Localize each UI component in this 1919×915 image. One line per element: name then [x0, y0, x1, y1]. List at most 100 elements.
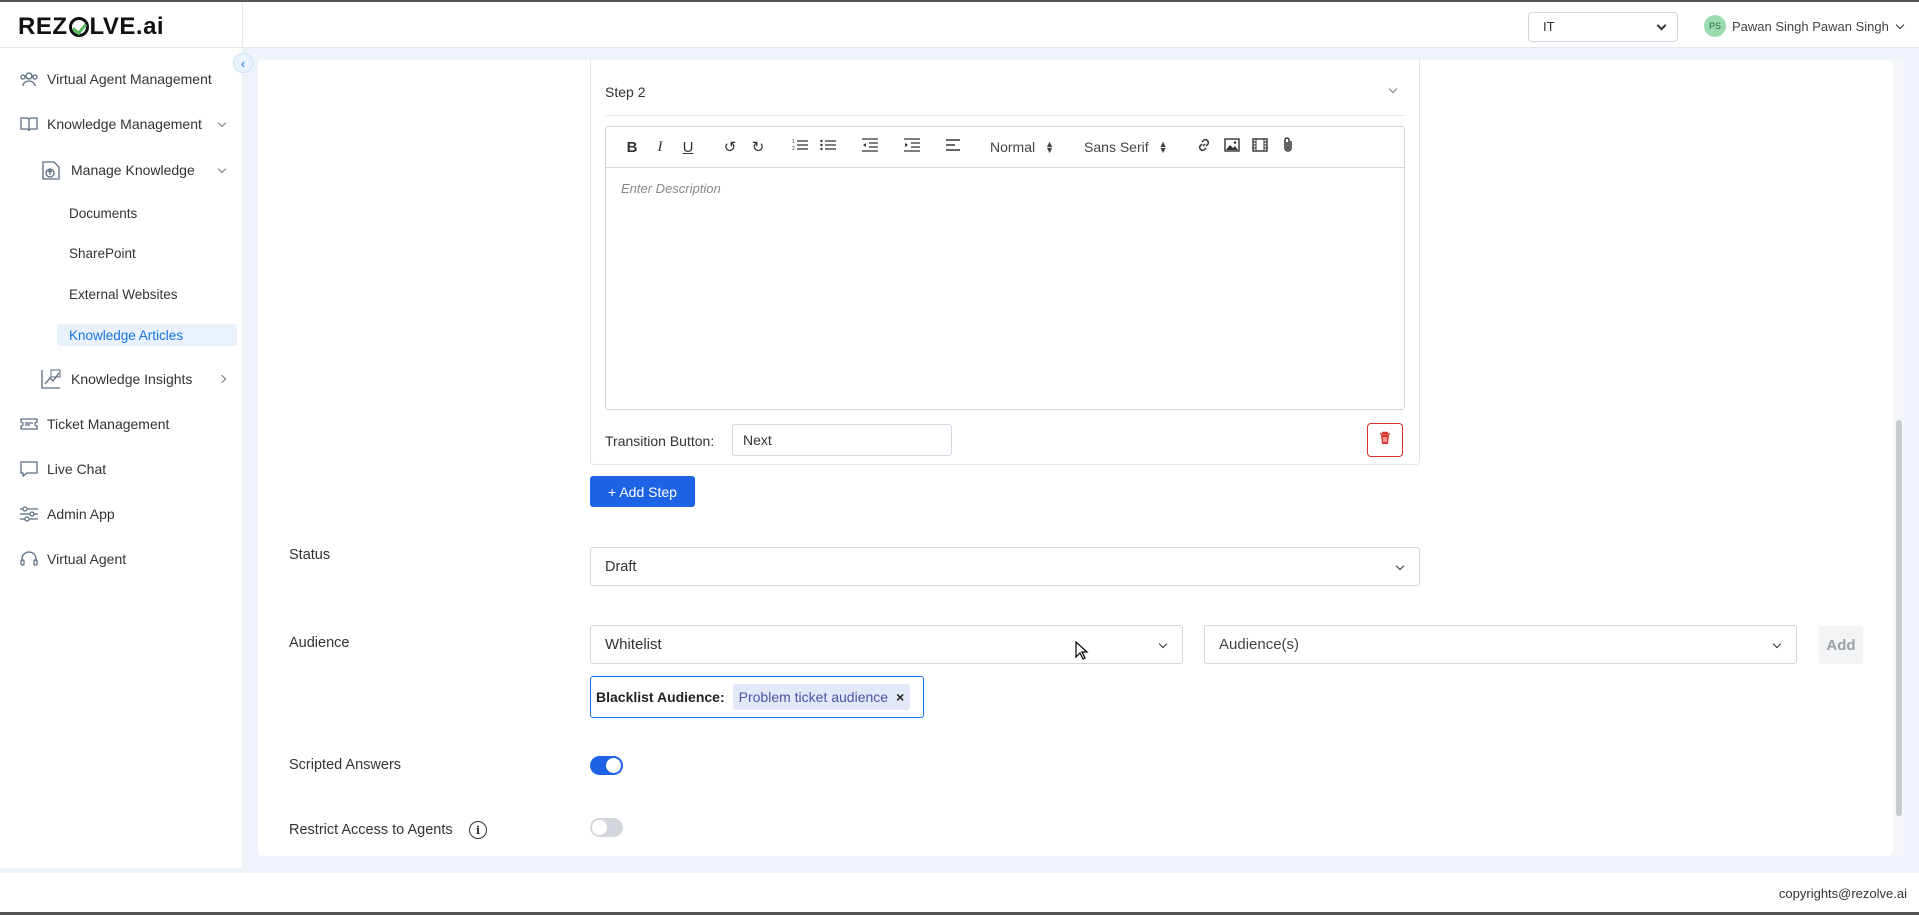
sidebar-item-label: Virtual Agent Management	[47, 71, 212, 87]
delete-step-button[interactable]	[1367, 423, 1403, 457]
sidebar-item-live-chat[interactable]: Live Chat	[18, 459, 106, 479]
blacklist-audience-box[interactable]: Blacklist Audience: Problem ticket audie…	[590, 676, 924, 718]
add-step-button[interactable]: + Add Step	[590, 476, 695, 507]
trash-icon	[1379, 431, 1391, 450]
sidebar-item-knowledge-insights[interactable]: Knowledge Insights	[38, 367, 192, 391]
user-name: Pawan Singh Pawan Singh	[1732, 18, 1889, 34]
status-label: Status	[289, 547, 331, 563]
sidebar-item-ticket-management[interactable]: Ticket Management	[18, 414, 169, 434]
user-menu[interactable]: PS Pawan Singh Pawan Singh	[1704, 15, 1905, 37]
book-icon	[18, 114, 40, 134]
video-icon[interactable]	[1246, 138, 1274, 156]
font-select-value: Sans Serif	[1084, 139, 1149, 155]
chevron-down-icon	[1395, 561, 1405, 571]
editor-body[interactable]: Enter Description	[606, 168, 1404, 209]
bold-icon[interactable]: B	[618, 139, 646, 156]
logo-text-suffix: LVE.ai	[89, 13, 165, 40]
format-select-value: Normal	[990, 139, 1036, 155]
ticket-icon	[18, 414, 40, 434]
ordered-list-icon[interactable]: 12	[786, 138, 814, 156]
chevron-down-icon	[1656, 20, 1667, 31]
audience-type-select[interactable]: Whitelist	[590, 625, 1183, 664]
outdent-icon[interactable]	[856, 138, 884, 156]
audience-label: Audience	[289, 635, 350, 651]
top-bar: REZ LVE.ai IT PS Pawan Singh Pawan Singh	[0, 0, 1919, 48]
toggle-knob	[606, 758, 621, 773]
avatar: PS	[1704, 15, 1726, 37]
info-icon[interactable]: i	[469, 821, 487, 839]
attachment-icon[interactable]	[1274, 137, 1302, 157]
domain-select-value: IT	[1543, 19, 1555, 34]
logo-check-icon	[68, 17, 89, 37]
restrict-access-toggle[interactable]	[590, 818, 623, 837]
updown-icon: ▲ ▼	[1045, 139, 1055, 155]
format-select[interactable]: Normal ▲ ▼	[990, 139, 1054, 155]
underline-icon[interactable]: U	[674, 139, 702, 156]
align-left-icon[interactable]	[940, 138, 968, 156]
sidebar-item-label: Manage Knowledge	[71, 162, 195, 178]
blacklist-audience-label: Blacklist Audience:	[596, 689, 725, 705]
sidebar-item-virtual-agent[interactable]: Virtual Agent	[18, 549, 126, 569]
scripted-answers-toggle[interactable]	[590, 756, 623, 775]
sidebar-item-label: Knowledge Management	[47, 116, 202, 132]
rich-text-editor: B I U ↺ ↻ 12 Normal ▲ ▼ Sans Serif ▲ ▼ Enter…	[605, 126, 1405, 410]
scrollbar-thumb[interactable]	[1896, 420, 1902, 816]
domain-select[interactable]: IT	[1528, 12, 1678, 42]
sidebar-item-external-websites[interactable]: External Websites	[69, 287, 178, 302]
audience-tag-label: Problem ticket audience	[738, 689, 889, 705]
copyright-text: copyrights@rezolve.ai	[1778, 886, 1907, 901]
divider	[242, 2, 243, 48]
transition-button-label: Transition Button:	[605, 433, 715, 449]
mouse-cursor-icon	[1075, 640, 1089, 666]
audience-select[interactable]: Audience(s)	[1204, 625, 1797, 664]
sliders-icon	[18, 504, 40, 524]
bullet-list-icon[interactable]	[814, 138, 842, 156]
svg-text:2: 2	[792, 146, 795, 152]
sidebar-collapse-button[interactable]: ‹	[233, 53, 253, 73]
sidebar-item-knowledge-articles[interactable]: Knowledge Articles	[57, 324, 237, 346]
sidebar-item-label: Ticket Management	[47, 416, 170, 432]
step-title[interactable]: Step 2	[605, 84, 645, 100]
italic-icon[interactable]: I	[646, 139, 674, 156]
toggle-knob	[592, 820, 607, 835]
sidebar-item-admin-app[interactable]: Admin App	[18, 504, 115, 524]
users-group-icon	[18, 69, 40, 89]
indent-icon[interactable]	[898, 138, 926, 156]
sidebar-item-manage-knowledge[interactable]: Manage Knowledge	[38, 158, 195, 182]
logo-text-prefix: REZ	[18, 13, 68, 40]
sidebar-item-label: Virtual Agent	[47, 551, 127, 567]
sidebar-item-knowledge-management[interactable]: Knowledge Management	[18, 114, 202, 134]
close-icon[interactable]: ×	[896, 689, 904, 705]
sidebar-item-label: Admin App	[47, 506, 115, 522]
chart-icon	[38, 367, 64, 391]
headset-icon	[18, 549, 40, 569]
updown-icon: ▲ ▼	[1158, 139, 1168, 155]
font-select[interactable]: Sans Serif ▲ ▼	[1084, 139, 1168, 155]
sidebar-item-sharepoint[interactable]: SharePoint	[69, 246, 136, 261]
sidebar-item-documents[interactable]: Documents	[69, 206, 137, 221]
chevron-left-icon: ‹	[240, 55, 246, 71]
audience-select-placeholder: Audience(s)	[1219, 636, 1300, 653]
undo-icon[interactable]: ↺	[716, 138, 744, 156]
chevron-down-icon	[1158, 639, 1168, 649]
audience-tag: Problem ticket audience ×	[732, 684, 911, 710]
add-audience-button[interactable]: Add	[1819, 626, 1863, 664]
link-icon[interactable]	[1190, 137, 1218, 157]
divider	[605, 115, 1405, 116]
status-select[interactable]: Draft	[590, 547, 1420, 586]
logo[interactable]: REZ LVE.ai	[18, 13, 164, 41]
sidebar-item-virtual-agent-management[interactable]: Virtual Agent Management	[18, 69, 212, 89]
transition-button-input[interactable]: Next	[732, 424, 952, 456]
chat-icon	[18, 459, 40, 479]
sidebar-item-label: Knowledge Insights	[71, 371, 193, 387]
scripted-answers-label: Scripted Answers	[289, 757, 402, 773]
chevron-down-icon	[1772, 639, 1782, 649]
svg-text:1: 1	[792, 139, 795, 145]
chevron-down-icon	[1895, 20, 1905, 29]
footer: copyrights@rezolve.ai	[0, 873, 1919, 913]
image-icon[interactable]	[1218, 138, 1246, 156]
restrict-access-label: Restrict Access to Agents	[289, 822, 453, 838]
editor-toolbar: B I U ↺ ↻ 12 Normal ▲ ▼ Sans Serif ▲ ▼	[606, 127, 1404, 168]
redo-icon[interactable]: ↻	[744, 138, 772, 156]
knowledge-upload-icon	[38, 158, 64, 182]
